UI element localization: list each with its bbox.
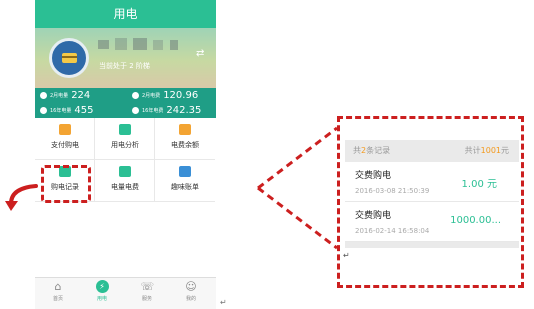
purchase-record-panel: 共2条记录 共计1001元 交费购电 2016-03-08 21:50:39 1… bbox=[345, 140, 519, 258]
total-suffix: 元 bbox=[501, 146, 509, 155]
record-summary: 共2条记录 共计1001元 bbox=[345, 140, 519, 162]
record-date: 2016-03-08 21:50:39 bbox=[355, 187, 430, 195]
record-amount: 1000.00... bbox=[450, 215, 501, 226]
count-prefix: 共 bbox=[353, 146, 361, 155]
record-amount: 1.00 元 bbox=[461, 179, 497, 190]
total-value: 1001 bbox=[480, 146, 501, 155]
callout-line bbox=[257, 186, 338, 250]
record-date: 2016-02-14 16:58:04 bbox=[355, 227, 430, 235]
list-footer bbox=[345, 242, 519, 248]
list-item[interactable]: 交费购电 2016-02-14 16:58:04 1000.00... bbox=[345, 202, 519, 242]
total-prefix: 共计 bbox=[464, 146, 481, 155]
list-item[interactable]: 交费购电 2016-03-08 21:50:39 1.00 元 bbox=[345, 162, 519, 202]
record-title: 交费购电 bbox=[355, 171, 392, 181]
record-total: 共计1001元 bbox=[465, 140, 509, 162]
record-title: 交费购电 bbox=[355, 211, 392, 221]
count-suffix: 条记录 bbox=[366, 146, 391, 155]
return-mark: ↵ bbox=[343, 251, 350, 260]
callout-line bbox=[257, 126, 338, 190]
arrow-head-icon bbox=[5, 201, 18, 211]
record-count: 共2条记录 bbox=[353, 140, 390, 162]
